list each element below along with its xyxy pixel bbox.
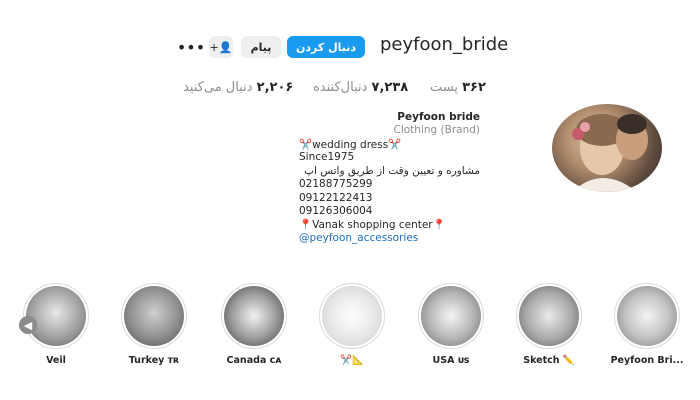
more-options-icon[interactable]: •••: [177, 36, 205, 58]
highlight-label: Canada ᴄᴀ: [226, 355, 282, 366]
scroll-left-button[interactable]: ◀: [19, 316, 37, 334]
bio-name: Peyfoon bride: [397, 111, 480, 123]
highlight-item[interactable]: Turkey ᴛʀ: [121, 283, 187, 366]
bio-phone: 02188775299: [299, 178, 373, 190]
bio-line: Since1975: [299, 151, 355, 163]
bio-mention-link[interactable]: @peyfoon_accessories: [299, 232, 418, 244]
stat-posts: ۳۶۲ پست: [430, 80, 486, 95]
highlight-label: Turkey ᴛʀ: [128, 355, 180, 366]
bio-category: Clothing (Brand): [393, 124, 481, 136]
bio-location: 📍Vanak shopping center📍: [299, 219, 446, 231]
highlight-cover: [23, 283, 89, 349]
highlight-item[interactable]: Sketch ✏️: [516, 283, 582, 366]
profile-avatar[interactable]: [552, 104, 662, 192]
bio-line: مشاوره و تعیین وقت از طریق واتس اپ: [304, 165, 480, 177]
highlight-label: Veil: [46, 355, 66, 366]
message-button[interactable]: پیام: [241, 36, 281, 58]
profile-username: peyfoon_bride: [380, 34, 509, 55]
followers-count: ۷,۲۳۸: [371, 80, 409, 95]
follow-button[interactable]: دنبال کردن: [287, 36, 365, 58]
highlight-cover: [614, 283, 680, 349]
posts-label: پست: [430, 80, 458, 95]
highlight-cover: [319, 283, 385, 349]
posts-count: ۳۶۲: [462, 80, 486, 95]
following-label: دنبال می‌کنید: [183, 80, 253, 95]
stat-following[interactable]: ۲,۲۰۶ دنبال می‌کنید: [183, 80, 293, 95]
bio-line: ✂️wedding dress✂️: [299, 139, 402, 151]
suggest-users-button[interactable]: +👤: [209, 36, 233, 58]
highlight-item[interactable]: Veil: [23, 283, 89, 366]
highlight-label: Peyfoon Bri...: [610, 355, 684, 366]
highlight-cover: [516, 283, 582, 349]
highlight-label: USA ᴜs: [432, 355, 470, 366]
highlight-label: ✂️📐: [340, 355, 364, 366]
person-plus-icon: +👤: [209, 40, 233, 54]
highlight-item[interactable]: Canada ᴄᴀ: [221, 283, 287, 366]
highlight-item[interactable]: ✂️📐: [319, 283, 385, 366]
bio-phone: 09122122413: [299, 192, 373, 204]
highlight-cover: [418, 283, 484, 349]
chevron-left-icon: ◀: [23, 318, 33, 332]
highlight-item[interactable]: USA ᴜs: [418, 283, 484, 366]
bio-phone: 09126306004: [299, 205, 373, 217]
highlight-cover: [121, 283, 187, 349]
avatar-photo: [572, 114, 648, 192]
highlight-item[interactable]: Peyfoon Bri...: [611, 283, 683, 366]
followers-label: دنبال‌کننده: [313, 80, 368, 95]
highlight-label: Sketch ✏️: [523, 355, 575, 366]
following-count: ۲,۲۰۶: [256, 80, 294, 95]
highlight-cover: [221, 283, 287, 349]
stat-followers[interactable]: ۷,۲۳۸ دنبال‌کننده: [313, 80, 408, 95]
